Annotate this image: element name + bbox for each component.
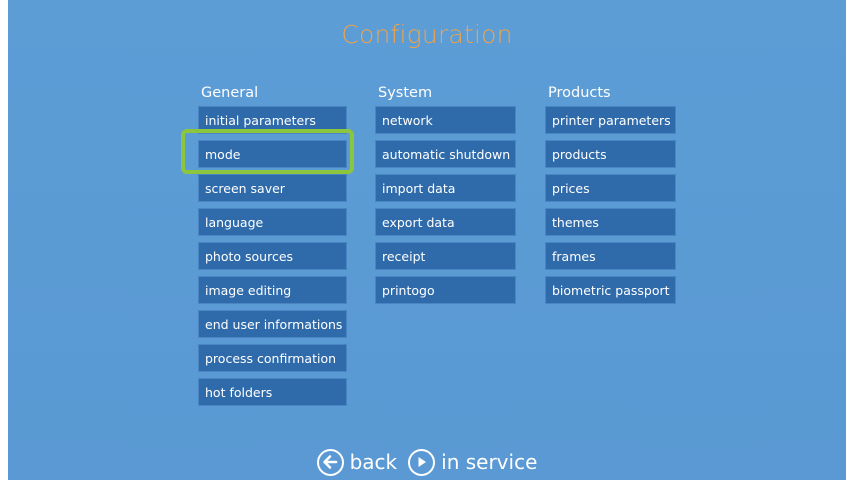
general-item-photo-sources[interactable]: photo sources: [198, 242, 347, 270]
configuration-screen: Configuration General initial parameters…: [8, 0, 846, 480]
footer-nav: back in service: [8, 444, 846, 480]
system-column: System network automatic shutdown import…: [375, 85, 516, 304]
products-item-frames[interactable]: frames: [545, 242, 676, 270]
general-item-language[interactable]: language: [198, 208, 347, 236]
system-heading: System: [378, 85, 433, 101]
in-service-button[interactable]: in service: [408, 448, 538, 476]
system-item-export-data[interactable]: export data: [375, 208, 516, 236]
system-item-printogo[interactable]: printogo: [375, 276, 516, 304]
products-item-products[interactable]: products: [545, 140, 676, 168]
general-item-hot-folders[interactable]: hot folders: [198, 378, 347, 406]
products-column: Products printer parameters products pri…: [545, 85, 676, 304]
system-item-import-data[interactable]: import data: [375, 174, 516, 202]
products-item-biometric-passport[interactable]: biometric passport: [545, 276, 676, 304]
general-column: General initial parameters mode screen s…: [198, 85, 347, 406]
general-item-screen-saver[interactable]: screen saver: [198, 174, 347, 202]
general-item-process-confirmation[interactable]: process confirmation: [198, 344, 347, 372]
general-item-image-editing[interactable]: image editing: [198, 276, 347, 304]
system-item-network[interactable]: network: [375, 106, 516, 134]
products-item-printer-parameters[interactable]: printer parameters: [545, 106, 676, 134]
general-item-end-user-informations[interactable]: end user informations: [198, 310, 347, 338]
system-item-automatic-shutdown[interactable]: automatic shutdown: [375, 140, 516, 168]
products-item-prices[interactable]: prices: [545, 174, 676, 202]
play-circle-icon: [408, 448, 436, 476]
general-heading: General: [201, 85, 259, 101]
back-button[interactable]: back: [316, 448, 398, 476]
products-heading: Products: [548, 85, 611, 101]
general-item-mode[interactable]: mode: [198, 140, 347, 168]
products-item-themes[interactable]: themes: [545, 208, 676, 236]
back-label: back: [349, 449, 398, 474]
page-title: Configuration: [341, 20, 513, 49]
arrow-left-circle-icon: [316, 448, 344, 476]
in-service-label: in service: [441, 449, 538, 474]
general-item-initial-parameters[interactable]: initial parameters: [198, 106, 347, 134]
system-item-receipt[interactable]: receipt: [375, 242, 516, 270]
